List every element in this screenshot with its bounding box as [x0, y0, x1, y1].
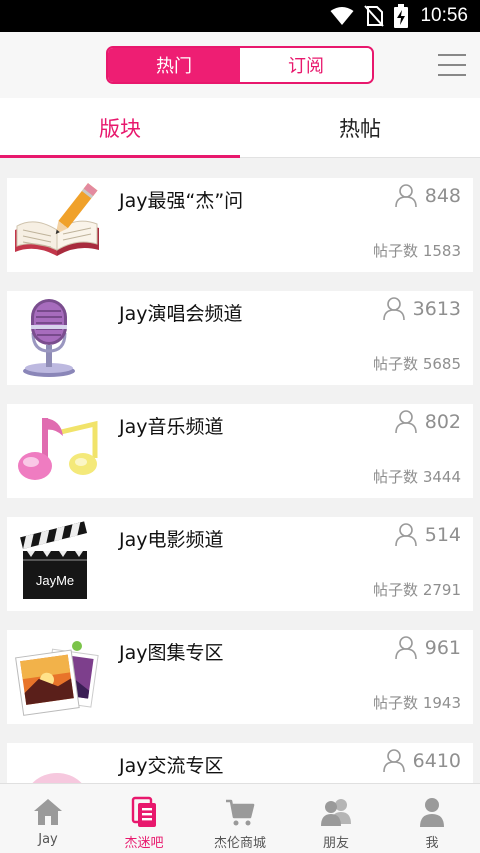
clapperboard-text: JayMe	[36, 573, 74, 588]
segment-hot[interactable]: 热门	[108, 48, 240, 82]
segment-control: 热门 订阅	[106, 46, 374, 84]
nav-label: 杰迷吧	[124, 836, 164, 851]
battery-charging-icon	[394, 4, 409, 28]
post-count: 帖子数 3444	[373, 468, 461, 486]
forum-user-count: 6410	[382, 749, 461, 773]
forum-user-count: 3613	[382, 297, 461, 321]
forum-title: Jay音乐频道	[119, 416, 224, 438]
microphone-icon	[23, 299, 75, 377]
forum-title: Jay最强“杰”问	[119, 190, 244, 212]
sub-tabs: 版块 热帖	[0, 98, 480, 158]
top-header: 热门 订阅	[0, 32, 480, 98]
post-count: 帖子数 5685	[373, 355, 461, 373]
user-icon	[382, 749, 405, 773]
status-time: 10:56	[420, 5, 468, 26]
cart-icon	[226, 799, 255, 826]
nav-shop[interactable]: 杰伦商城	[192, 784, 288, 853]
forum-title: Jay交流专区	[119, 755, 224, 777]
nav-friends[interactable]: 朋友	[288, 784, 384, 853]
book-pencil-icon	[15, 183, 99, 256]
forum-user-count: 961	[394, 636, 461, 660]
nav-label: Jay	[38, 832, 58, 847]
forum-card[interactable]: Jay图集专区 961 帖子数 1943	[7, 630, 473, 724]
forum-card[interactable]: JayMe Jay电影频道 514 帖子数 2791	[7, 517, 473, 611]
forum-user-count: 848	[394, 184, 461, 208]
wifi-icon	[330, 7, 354, 25]
nav-jay[interactable]: Jay	[0, 784, 96, 853]
post-count: 帖子数 1583	[373, 242, 461, 260]
post-count: 帖子数 2791	[373, 581, 461, 599]
segment-subscribe[interactable]: 订阅	[240, 48, 372, 82]
photo-album-icon	[15, 641, 99, 716]
nav-label: 杰伦商城	[213, 836, 266, 851]
home-icon	[34, 799, 62, 825]
music-notes-icon	[18, 418, 98, 480]
friends-icon	[321, 799, 351, 826]
forum-title: Jay演唱会频道	[119, 303, 243, 325]
tab-sections[interactable]: 版块	[0, 98, 240, 158]
clapperboard-icon: JayMe	[20, 521, 88, 599]
chat-bubble-icon	[32, 773, 82, 783]
user-icon	[394, 410, 417, 434]
forum-card[interactable]: Jay演唱会频道 3613 帖子数 5685	[7, 291, 473, 385]
forum-user-count: 514	[394, 523, 461, 547]
forum-title: Jay电影频道	[119, 529, 224, 551]
nav-label: 朋友	[322, 836, 349, 851]
forum-icon	[131, 796, 156, 827]
tab-hot-posts[interactable]: 热帖	[240, 98, 480, 158]
forum-card[interactable]: Jay音乐频道 802 帖子数 3444	[7, 404, 473, 498]
forum-card[interactable]: Jay交流专区 6410	[7, 743, 473, 783]
user-count: 6410	[412, 750, 461, 772]
user-icon	[394, 184, 417, 208]
status-bar: 10:56	[0, 0, 480, 32]
nav-forum[interactable]: 杰迷吧	[96, 784, 192, 853]
bottom-nav: Jay 杰迷吧 杰伦商城 朋友 我	[0, 783, 480, 853]
forum-user-count: 802	[394, 410, 461, 434]
hamburger-menu-icon[interactable]	[438, 52, 468, 78]
forum-title: Jay图集专区	[119, 642, 224, 664]
user-count: 514	[424, 524, 461, 546]
nav-me[interactable]: 我	[384, 784, 480, 853]
user-count: 802	[424, 411, 461, 433]
profile-icon	[420, 798, 444, 827]
user-count: 3613	[412, 298, 461, 320]
forum-card[interactable]: Jay最强“杰”问 848 帖子数 1583	[7, 178, 473, 272]
user-count: 961	[424, 637, 461, 659]
post-count: 帖子数 1943	[373, 694, 461, 712]
no-sim-icon	[364, 5, 385, 27]
nav-label: 我	[425, 836, 439, 851]
forum-list: Jay最强“杰”问 848 帖子数 1583 Jay演唱会频道 3613 帖子数…	[0, 158, 480, 783]
user-icon	[382, 297, 405, 321]
user-icon	[394, 523, 417, 547]
user-count: 848	[424, 185, 461, 207]
user-icon	[394, 636, 417, 660]
